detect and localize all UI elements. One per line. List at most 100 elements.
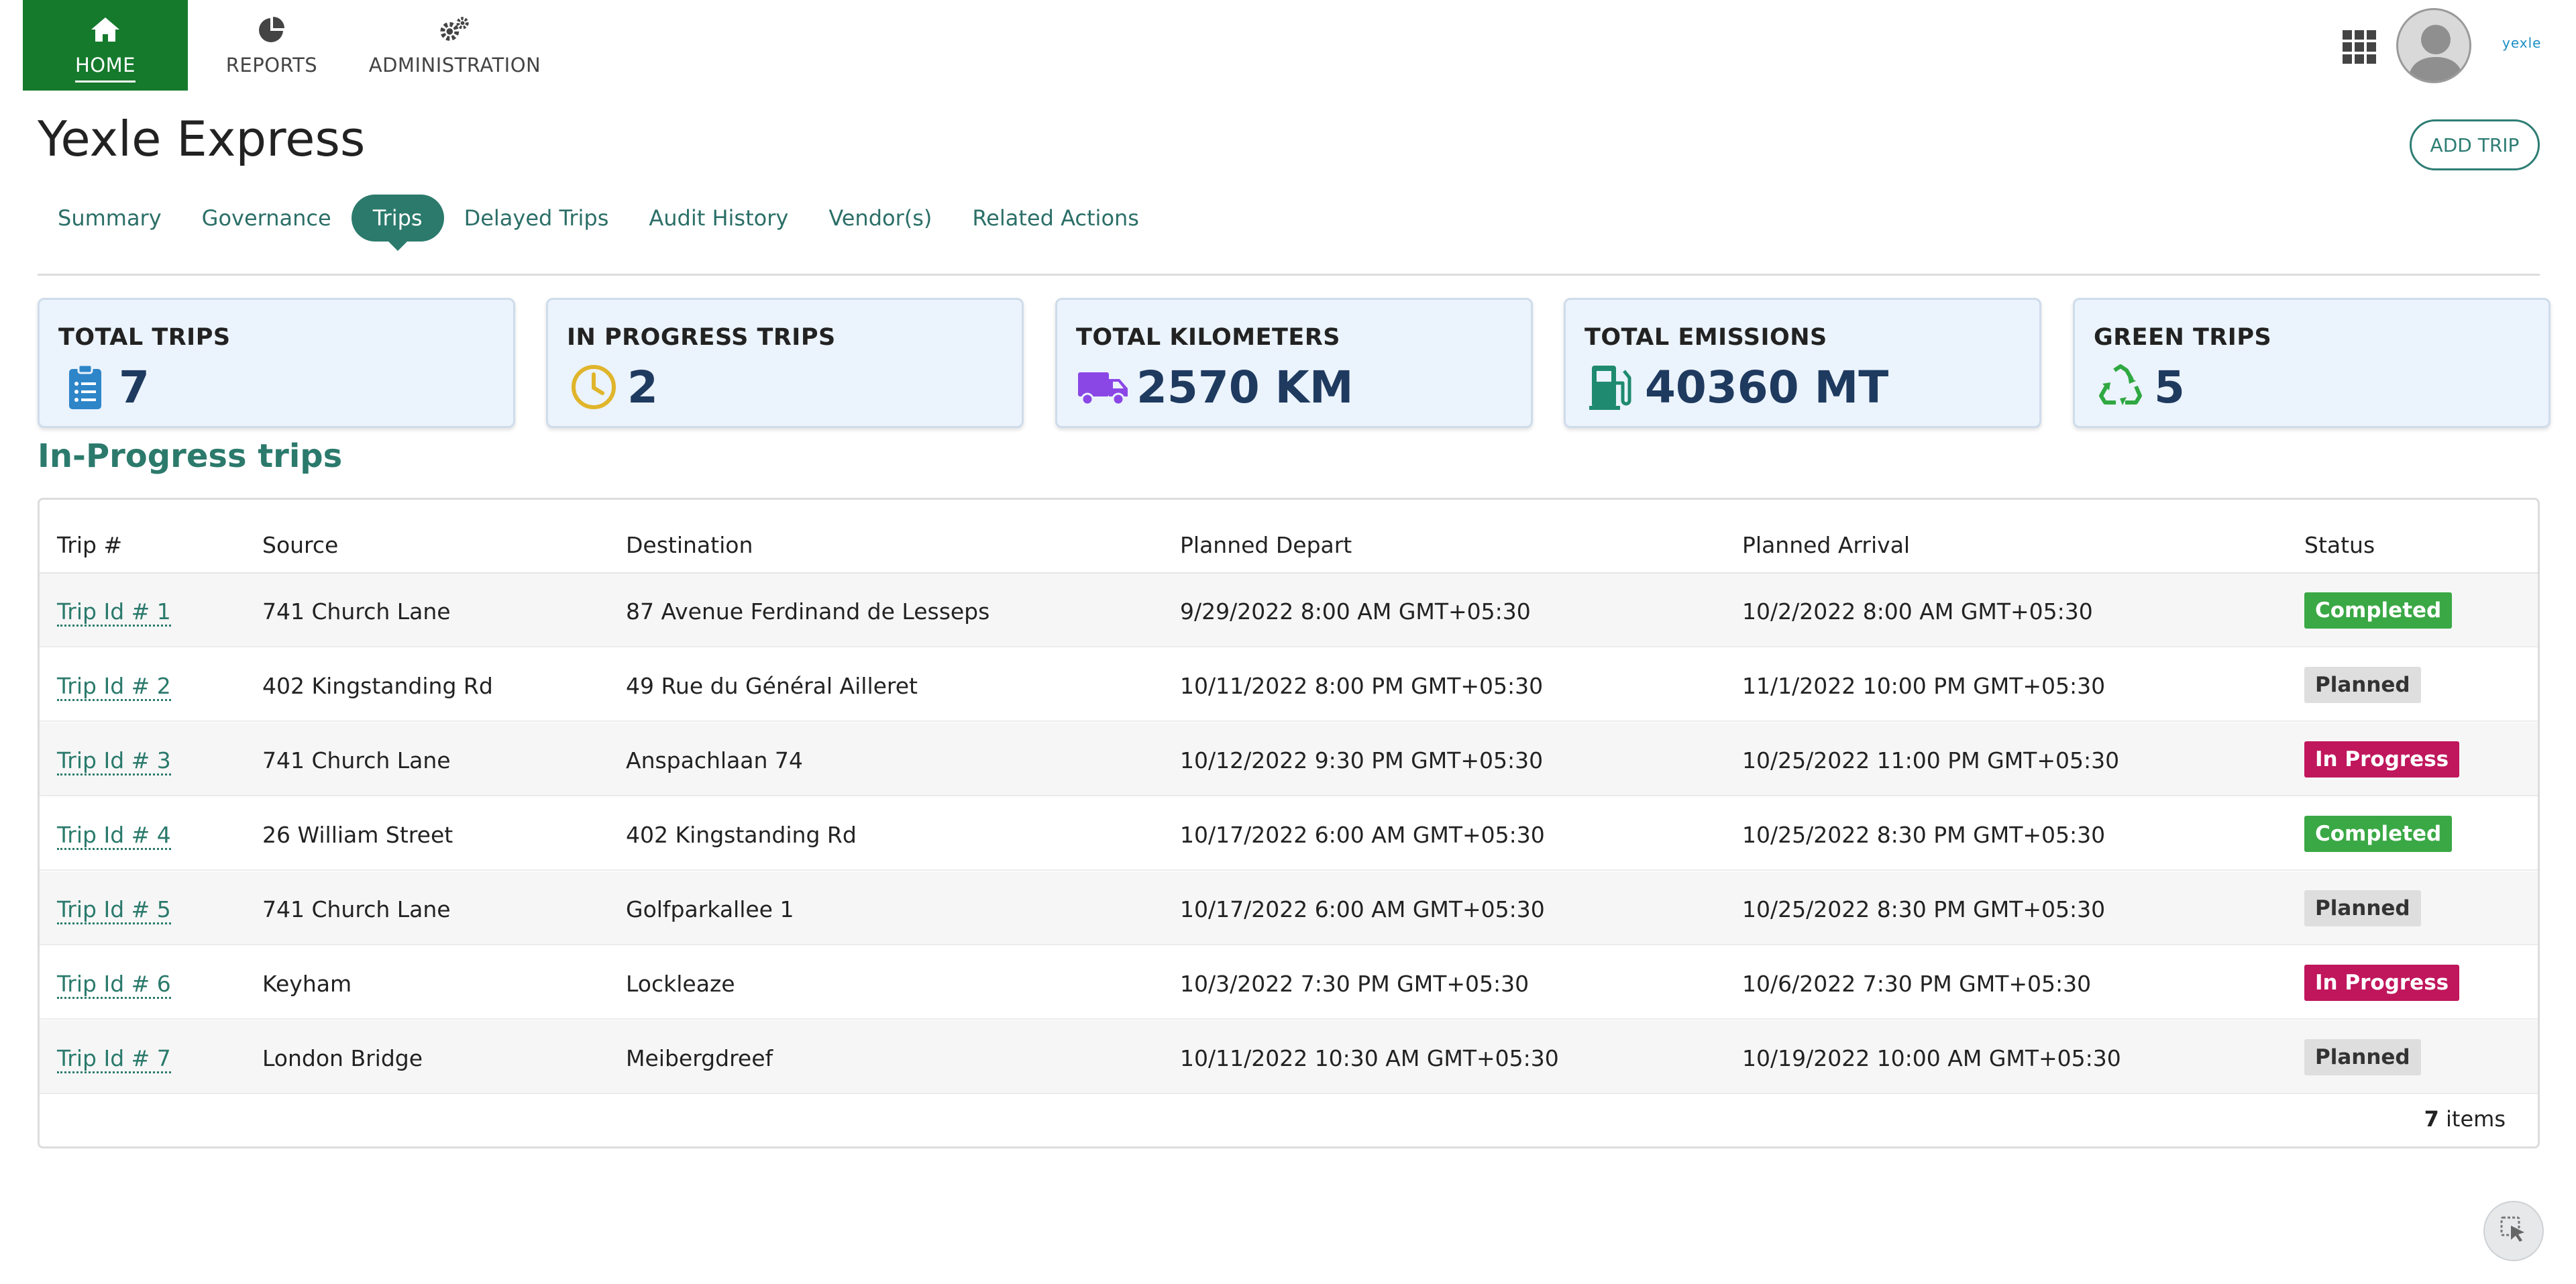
home-icon <box>89 13 121 46</box>
column-header-planned-depart[interactable]: Planned Depart <box>1180 532 1352 558</box>
avatar[interactable] <box>2396 8 2471 83</box>
stat-value: 5 <box>2154 361 2185 413</box>
add-trip-button[interactable]: ADD TRIP <box>2410 119 2540 170</box>
table-row: Trip Id # 4 26 William Street 402 Kingstan… <box>40 797 2538 871</box>
trip-link[interactable]: Trip Id # 3 <box>57 747 171 775</box>
tab-trips[interactable]: Trips <box>351 195 444 251</box>
stat-value: 7 <box>119 361 150 413</box>
cell-planned-depart: 10/17/2022 6:00 AM GMT+05:30 <box>1180 822 1545 848</box>
clock-icon <box>567 360 621 414</box>
trips-table: Trip # Source Destination Planned Depart… <box>38 498 2540 1148</box>
trip-link[interactable]: Trip Id # 1 <box>57 598 171 627</box>
truck-icon <box>1076 360 1130 414</box>
cursor-icon <box>2499 1215 2528 1247</box>
column-header-source[interactable]: Source <box>262 532 338 558</box>
items-count-number: 7 <box>2424 1106 2439 1132</box>
cell-trip: Trip Id # 7 <box>57 1045 171 1073</box>
stat-card-total-trips: TOTAL TRIPS 7 <box>38 298 515 428</box>
cell-source: 741 Church Lane <box>262 747 451 773</box>
cell-planned-depart: 10/12/2022 9:30 PM GMT+05:30 <box>1180 747 1544 773</box>
cell-destination: Anspachlaan 74 <box>626 747 803 773</box>
nav-home[interactable]: HOME <box>23 0 188 91</box>
nav-administration-label: ADMINISTRATION <box>368 54 541 76</box>
stat-card-in-progress-trips: IN PROGRESS TRIPS 2 <box>546 298 1024 428</box>
cell-destination: 87 Avenue Ferdinand de Lesseps <box>626 598 990 625</box>
tab-related-actions[interactable]: Related Actions <box>952 195 1159 242</box>
trip-link[interactable]: Trip Id # 4 <box>57 822 171 850</box>
cell-planned-depart: 10/11/2022 10:30 AM GMT+05:30 <box>1180 1045 1559 1071</box>
tab-bar: Summary Governance Trips Delayed Trips A… <box>38 195 1159 251</box>
cell-source: 741 Church Lane <box>262 598 451 625</box>
cell-trip: Trip Id # 2 <box>57 673 171 701</box>
status-badge: In Progress <box>2304 741 2460 778</box>
apps-grid-icon[interactable] <box>2343 30 2376 64</box>
cell-trip: Trip Id # 1 <box>57 598 171 627</box>
cell-trip: Trip Id # 6 <box>57 971 171 999</box>
cell-planned-arrival: 10/6/2022 7:30 PM GMT+05:30 <box>1742 971 2092 997</box>
table-row: Trip Id # 6 Keyham Lockleaze 10/3/2022 7:30… <box>40 946 2538 1020</box>
items-count-label: items <box>2438 1106 2506 1132</box>
pointer-tool-button[interactable] <box>2483 1201 2544 1261</box>
stat-title: TOTAL KILOMETERS <box>1076 324 1340 351</box>
tab-delayed-trips[interactable]: Delayed Trips <box>444 195 629 242</box>
nav-home-label: HOME <box>75 54 136 83</box>
cell-planned-depart: 10/11/2022 8:00 PM GMT+05:30 <box>1180 673 1544 699</box>
column-header-destination[interactable]: Destination <box>626 532 753 558</box>
status-badge: Planned <box>2304 667 2421 703</box>
table-header: Trip # Source Destination Planned Depart… <box>40 500 2538 574</box>
trip-link[interactable]: Trip Id # 5 <box>57 896 171 924</box>
recycle-icon <box>2094 360 2147 414</box>
status-badge: Completed <box>2304 592 2453 629</box>
stat-value: 2570 KM <box>1136 361 1354 413</box>
cell-destination: Golfparkallee 1 <box>626 896 794 922</box>
pie-chart-icon <box>256 13 288 46</box>
column-header-trip[interactable]: Trip # <box>57 532 122 558</box>
cell-planned-arrival: 10/19/2022 10:00 AM GMT+05:30 <box>1742 1045 2121 1071</box>
nav-reports[interactable]: REPORTS <box>221 0 322 91</box>
column-header-planned-arrival[interactable]: Planned Arrival <box>1742 532 1910 558</box>
trip-link[interactable]: Trip Id # 7 <box>57 1045 171 1073</box>
stat-value: 40360 MT <box>1645 361 1889 413</box>
cell-planned-arrival: 10/25/2022 8:30 PM GMT+05:30 <box>1742 822 2106 848</box>
stat-value: 2 <box>627 361 658 413</box>
cell-destination: Lockleaze <box>626 971 735 997</box>
table-row: Trip Id # 7 London Bridge Meibergdreef 10/1… <box>40 1020 2538 1094</box>
cell-planned-arrival: 10/25/2022 11:00 PM GMT+05:30 <box>1742 747 2120 773</box>
trip-link[interactable]: Trip Id # 6 <box>57 971 171 999</box>
cell-source: 741 Church Lane <box>262 896 451 922</box>
cell-source: Keyham <box>262 971 352 997</box>
cell-planned-arrival: 10/2/2022 8:00 AM GMT+05:30 <box>1742 598 2093 625</box>
cell-planned-arrival: 11/1/2022 10:00 PM GMT+05:30 <box>1742 673 2106 699</box>
cell-destination: Meibergdreef <box>626 1045 773 1071</box>
tabs-divider <box>38 274 2540 276</box>
gas-pump-icon <box>1585 360 1638 414</box>
cell-trip: Trip Id # 4 <box>57 822 171 850</box>
cell-planned-arrival: 10/25/2022 8:30 PM GMT+05:30 <box>1742 896 2106 922</box>
stat-card-total-emissions: TOTAL EMISSIONS 40360 MT <box>1564 298 2041 428</box>
cell-destination: 402 Kingstanding Rd <box>626 822 857 848</box>
table-row: Trip Id # 1 741 Church Lane 87 Avenue Ferd… <box>40 574 2538 647</box>
table-row: Trip Id # 3 741 Church Lane Anspachlaan 74… <box>40 723 2538 796</box>
stat-card-total-kilometers: TOTAL KILOMETERS 2570 KM <box>1055 298 1533 428</box>
tab-vendors[interactable]: Vendor(s) <box>808 195 952 242</box>
status-badge: In Progress <box>2304 965 2460 1001</box>
tab-governance[interactable]: Governance <box>182 195 352 242</box>
top-navigation: HOME REPORTS ADMINISTRATION yexle <box>0 0 2576 91</box>
gears-icon <box>439 13 471 46</box>
trip-link[interactable]: Trip Id # 2 <box>57 673 171 701</box>
tab-summary[interactable]: Summary <box>38 195 182 242</box>
status-badge: Planned <box>2304 1039 2421 1075</box>
cell-source: London Bridge <box>262 1045 423 1071</box>
table-row: Trip Id # 2 402 Kingstanding Rd 49 Rue du … <box>40 648 2538 722</box>
column-header-status[interactable]: Status <box>2304 532 2375 558</box>
table-row: Trip Id # 5 741 Church Lane Golfparkallee … <box>40 871 2538 945</box>
tab-audit-history[interactable]: Audit History <box>629 195 808 242</box>
cell-planned-depart: 10/17/2022 6:00 AM GMT+05:30 <box>1180 896 1545 922</box>
page-title: Yexle Express <box>38 111 366 167</box>
cell-trip: Trip Id # 3 <box>57 747 171 775</box>
nav-administration[interactable]: ADMINISTRATION <box>368 0 542 91</box>
status-badge: Completed <box>2304 816 2453 852</box>
cell-source: 402 Kingstanding Rd <box>262 673 493 699</box>
cell-planned-depart: 10/3/2022 7:30 PM GMT+05:30 <box>1180 971 1529 997</box>
items-count: 7 items <box>2424 1106 2506 1132</box>
